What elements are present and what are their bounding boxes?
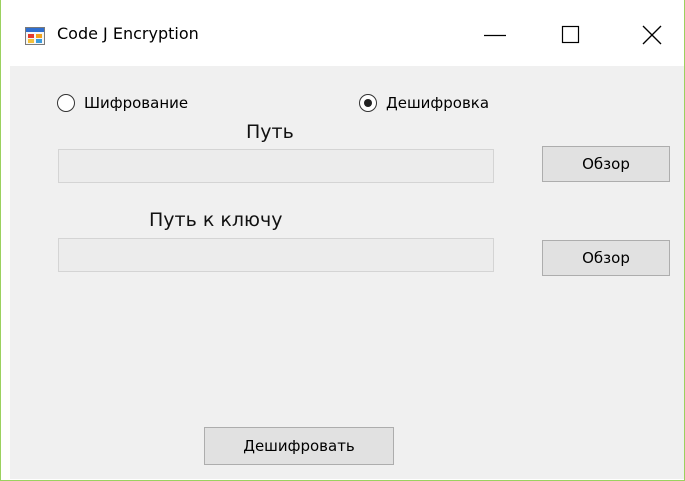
key-path-label: Путь к ключу xyxy=(149,209,283,231)
app-form-icon xyxy=(25,27,45,45)
radio-encrypt-label: Шифрование xyxy=(84,94,189,112)
key-path-input[interactable] xyxy=(58,238,494,272)
decrypt-button[interactable]: Дешифровать xyxy=(204,427,394,465)
browse-path-button[interactable]: Обзор xyxy=(542,146,670,182)
minimize-icon xyxy=(484,34,506,37)
browse-key-button[interactable]: Обзор xyxy=(542,240,670,276)
maximize-icon xyxy=(561,25,580,44)
radio-circle-icon xyxy=(57,94,75,112)
window-title: Code J Encryption xyxy=(57,24,199,43)
radio-checked-icon xyxy=(359,94,377,112)
title-bar[interactable]: Code J Encryption xyxy=(1,0,684,66)
path-label: Путь xyxy=(246,121,294,143)
radio-decrypt-label: Дешифровка xyxy=(386,94,490,112)
radio-encrypt[interactable]: Шифрование xyxy=(57,92,188,114)
radio-decrypt[interactable]: Дешифровка xyxy=(359,92,489,114)
path-input[interactable] xyxy=(58,149,494,183)
close-icon xyxy=(642,25,662,45)
app-window: Code J Encryption Шифрование Дешифровка … xyxy=(0,0,685,481)
maximize-button[interactable] xyxy=(549,12,593,56)
minimize-button[interactable] xyxy=(473,12,517,56)
close-button[interactable] xyxy=(629,12,673,56)
